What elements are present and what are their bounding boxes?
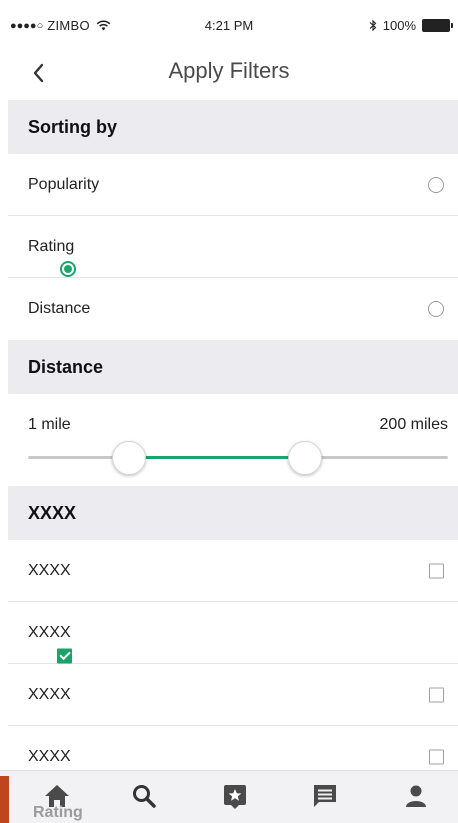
sort-option-label: Distance: [28, 300, 91, 317]
messages-icon: [314, 785, 336, 807]
tab-favorites[interactable]: [220, 781, 250, 811]
bluetooth-icon: [369, 19, 377, 32]
sort-option-label: Rating: [28, 237, 75, 255]
distance-range-slider: 1 mile 200 miles: [8, 396, 458, 486]
search-icon: [133, 785, 156, 808]
slider-thumb-max[interactable]: [288, 441, 323, 475]
sort-option-rating[interactable]: Rating: [8, 216, 458, 278]
filter-item-label: XXXX: [28, 623, 71, 641]
status-bar: ●●●●○ ZIMBO 4:21 PM 100%: [0, 0, 458, 50]
section-title-sorting: Sorting by: [28, 116, 117, 137]
profile-icon: [406, 785, 426, 807]
tab-search[interactable]: [129, 781, 159, 811]
battery-icon: [422, 19, 453, 32]
tab-profile[interactable]: [401, 781, 431, 811]
section-header-sorting: Sorting by: [8, 100, 458, 154]
distance-min-label: 1 mile: [28, 416, 71, 433]
radio-button-selected[interactable]: [60, 261, 77, 277]
favorite-icon: [224, 785, 246, 809]
phone-screen: ●●●●○ ZIMBO 4:21 PM 100% Apply Filters S…: [0, 0, 458, 823]
checkbox-unchecked[interactable]: [429, 687, 444, 702]
sort-option-label: Popularity: [28, 175, 100, 193]
distance-max-label: 200 miles: [379, 416, 448, 433]
checkbox-checked[interactable]: [56, 648, 72, 663]
background-rating-text: Rating: [33, 804, 83, 821]
slider-thumb-min[interactable]: [111, 441, 146, 475]
filter-item-label: XXXX: [28, 561, 71, 579]
section-header-xxxx: XXXX: [8, 486, 458, 540]
background-strip: [0, 776, 9, 823]
radio-button-unselected[interactable]: [428, 301, 444, 317]
slider-selected-range: [128, 456, 306, 459]
filter-item[interactable]: XXXX: [8, 540, 458, 602]
checkbox-unchecked[interactable]: [429, 563, 444, 578]
page-title: Apply Filters: [168, 58, 290, 83]
section-title-xxxx: XXXX: [28, 502, 77, 523]
section-header-distance: Distance: [8, 340, 458, 394]
checkbox-unchecked[interactable]: [429, 749, 444, 765]
navigation-bar: Apply Filters: [0, 48, 458, 98]
sort-option-popularity[interactable]: Popularity: [8, 154, 458, 216]
radio-button-unselected[interactable]: [428, 176, 444, 193]
tab-messages[interactable]: [310, 781, 340, 811]
sort-option-distance[interactable]: Distance: [8, 278, 458, 340]
filter-item-label: XXXX: [28, 685, 71, 703]
filter-item[interactable]: XXXX: [8, 602, 458, 664]
filter-item[interactable]: XXXX: [8, 664, 458, 726]
section-title-distance: Distance: [28, 356, 104, 377]
filter-item-label: XXXX: [28, 748, 71, 765]
status-right: 100%: [369, 18, 453, 33]
battery-percent: 100%: [382, 18, 416, 33]
